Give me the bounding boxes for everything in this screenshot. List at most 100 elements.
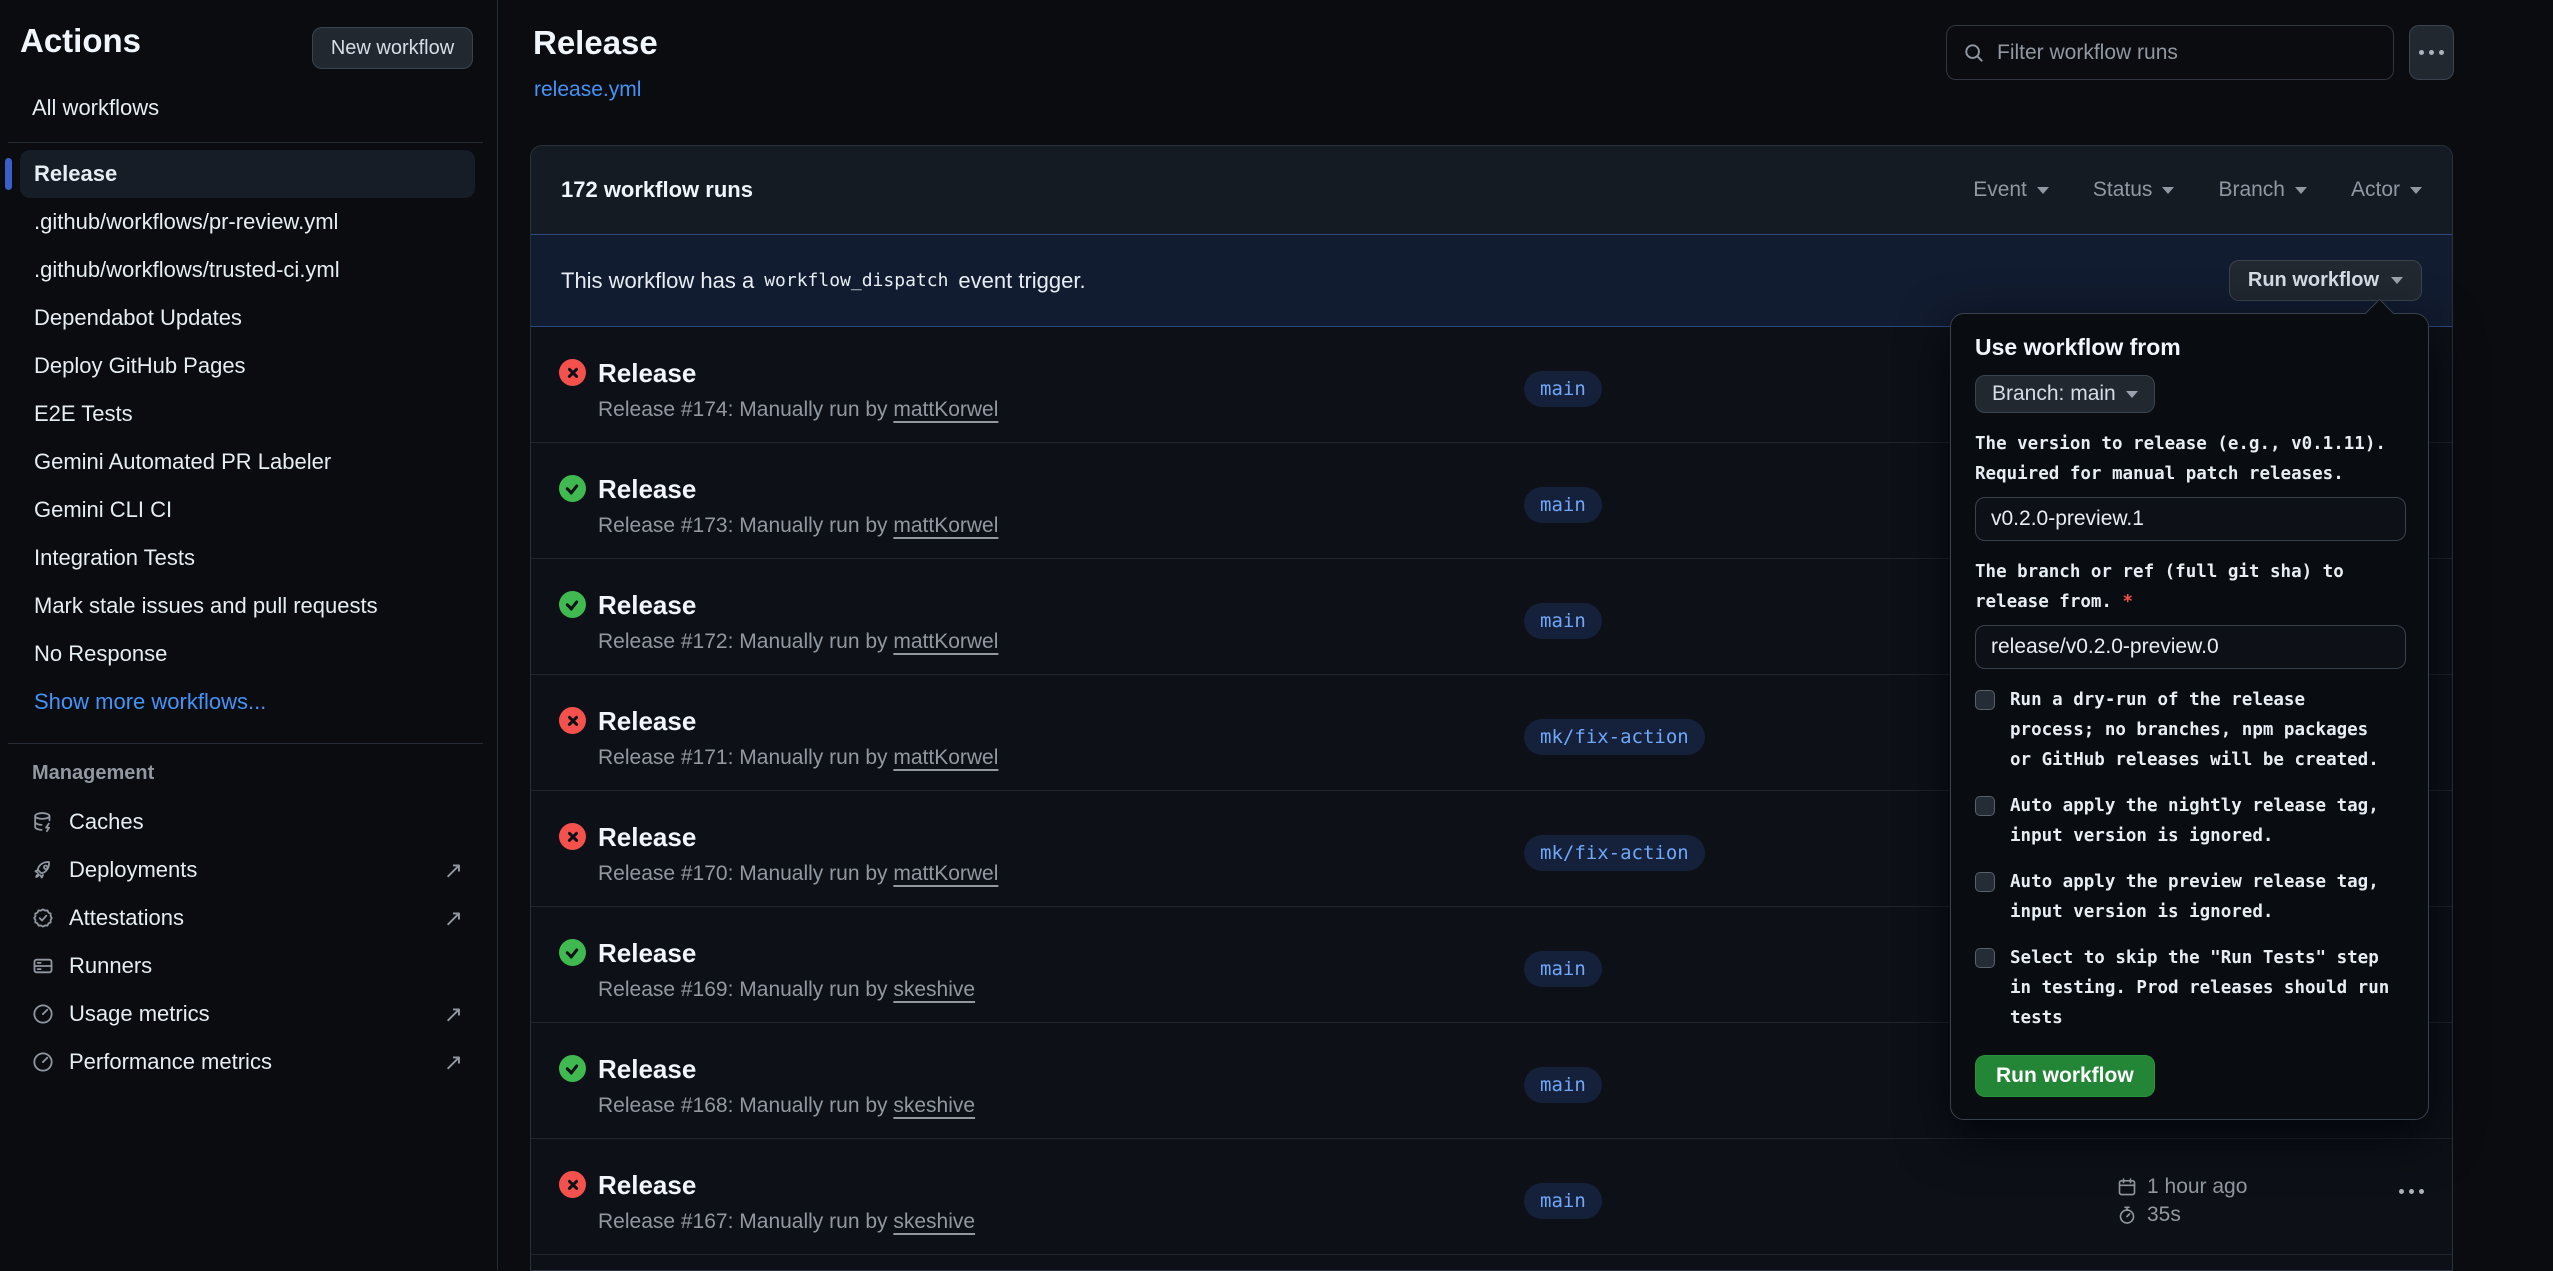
actor-link[interactable]: mattKorwel <box>893 514 998 537</box>
sidebar-item-pr-review[interactable]: .github/workflows/pr-review.yml <box>20 198 475 246</box>
workflow-run-row[interactable]: Release Release #167: Manually run by sk… <box>531 1139 2452 1255</box>
sidebar-item-integration-tests[interactable]: Integration Tests <box>20 534 475 582</box>
actor-filter-dropdown[interactable]: Actor <box>2351 178 2422 202</box>
actor-link[interactable]: skeshive <box>893 1094 975 1117</box>
branch-pill[interactable]: main <box>1524 1183 1602 1219</box>
server-icon <box>32 955 54 977</box>
dry-run-option: Run a dry-run of the release process; no… <box>1975 685 2404 775</box>
run-description: Release #171: Manually run by mattKorwel <box>598 745 998 771</box>
branch-pill[interactable]: main <box>1524 487 1602 523</box>
gauge-icon <box>32 1003 54 1025</box>
skip-tests-option: Select to skip the "Run Tests" step in t… <box>1975 943 2404 1033</box>
branch-selector-button[interactable]: Branch: main <box>1975 375 2155 413</box>
runs-list-header: 172 workflow runs Event Status Branch Ac… <box>531 146 2452 234</box>
run-title[interactable]: Release <box>598 589 696 621</box>
branch-pill[interactable]: mk/fix-action <box>1524 835 1705 871</box>
branch-pill[interactable]: main <box>1524 951 1602 987</box>
branch-filter-dropdown[interactable]: Branch <box>2218 178 2307 202</box>
run-description: Release #170: Manually run by mattKorwel <box>598 861 998 887</box>
ref-field-description: The branch or ref (full git sha) to rele… <box>1975 557 2415 617</box>
branch-pill[interactable]: main <box>1524 603 1602 639</box>
run-title[interactable]: Release <box>598 821 696 853</box>
run-description: Release #173: Manually run by mattKorwel <box>598 513 998 539</box>
run-title[interactable]: Release <box>598 705 696 737</box>
skip-tests-checkbox[interactable] <box>1975 948 1995 968</box>
sidebar-item-dependabot-updates[interactable]: Dependabot Updates <box>20 294 475 342</box>
run-description: Release #172: Manually run by mattKorwel <box>598 629 998 655</box>
preview-tag-checkbox[interactable] <box>1975 872 1995 892</box>
gauge-icon <box>32 1051 54 1073</box>
status-failure-icon <box>559 823 586 850</box>
run-workflow-submit-button[interactable]: Run workflow <box>1975 1055 2155 1097</box>
run-title[interactable]: Release <box>598 1053 696 1085</box>
branch-pill[interactable]: main <box>1524 371 1602 407</box>
chevron-down-icon <box>2295 187 2307 194</box>
cache-icon <box>32 811 54 833</box>
run-title[interactable]: Release <box>598 473 696 505</box>
management-list: Caches Deployments ↗ Attestation <box>20 798 475 1086</box>
kebab-icon <box>2419 50 2444 55</box>
workflow-file-link[interactable]: release.yml <box>534 78 641 102</box>
sidebar-item-runners[interactable]: Runners <box>20 942 475 990</box>
run-meta: 1 hour ago 35s <box>2117 1173 2247 1229</box>
sidebar-item-release[interactable]: Release <box>20 150 475 198</box>
sidebar-item-caches[interactable]: Caches <box>20 798 475 846</box>
version-input[interactable] <box>1975 497 2406 541</box>
filter-workflow-runs-input[interactable]: Filter workflow runs <box>1946 25 2394 80</box>
workflow-list: Release .github/workflows/pr-review.yml … <box>20 150 475 726</box>
actor-link[interactable]: skeshive <box>893 978 975 1001</box>
event-filter-dropdown[interactable]: Event <box>1973 178 2049 202</box>
page-title: Release <box>533 24 658 62</box>
run-description: Release #174: Manually run by mattKorwel <box>598 397 998 423</box>
run-duration: 35s <box>2147 1203 2181 1227</box>
actor-link[interactable]: mattKorwel <box>893 398 998 421</box>
actor-link[interactable]: mattKorwel <box>893 630 998 653</box>
chevron-down-icon <box>2037 187 2049 194</box>
chevron-down-icon <box>2162 187 2174 194</box>
actor-link[interactable]: mattKorwel <box>893 746 998 769</box>
dry-run-checkbox[interactable] <box>1975 690 1995 710</box>
actions-sidebar: Actions New workflow All workflows Relea… <box>0 0 498 1270</box>
run-title[interactable]: Release <box>598 1169 696 1201</box>
run-title[interactable]: Release <box>598 357 696 389</box>
sidebar-item-performance-metrics[interactable]: Performance metrics ↗ <box>20 1038 475 1086</box>
new-workflow-button[interactable]: New workflow <box>312 27 473 69</box>
actor-link[interactable]: mattKorwel <box>893 862 998 885</box>
ref-input[interactable] <box>1975 625 2406 669</box>
sidebar-item-mark-stale[interactable]: Mark stale issues and pull requests <box>20 582 475 630</box>
sidebar-item-attestations[interactable]: Attestations ↗ <box>20 894 475 942</box>
sidebar-item-e2e-tests[interactable]: E2E Tests <box>20 390 475 438</box>
nightly-tag-label: Auto apply the nightly release tag, inpu… <box>2010 791 2392 851</box>
actor-link[interactable]: skeshive <box>893 1210 975 1233</box>
sidebar-item-all-workflows[interactable]: All workflows <box>32 95 159 121</box>
sidebar-item-no-response[interactable]: No Response <box>20 630 475 678</box>
show-more-workflows-link[interactable]: Show more workflows... <box>20 678 475 726</box>
nightly-tag-checkbox[interactable] <box>1975 796 1995 816</box>
sidebar-item-gemini-automated-pr-labeler[interactable]: Gemini Automated PR Labeler <box>20 438 475 486</box>
chevron-down-icon <box>2126 391 2138 398</box>
external-link-icon: ↗ <box>444 907 463 930</box>
status-filter-dropdown[interactable]: Status <box>2093 178 2175 202</box>
sidebar-item-deploy-github-pages[interactable]: Deploy GitHub Pages <box>20 342 475 390</box>
workflow-dispatch-code: workflow_dispatch <box>764 270 948 291</box>
chevron-down-icon <box>2410 187 2422 194</box>
workflow-options-kebab-button[interactable] <box>2409 25 2454 80</box>
sidebar-item-gemini-cli-ci[interactable]: Gemini CLI CI <box>20 486 475 534</box>
calendar-icon <box>2117 1177 2137 1197</box>
runs-count: 172 workflow runs <box>561 177 753 203</box>
run-time: 1 hour ago <box>2147 1175 2247 1199</box>
run-kebab-button[interactable] <box>2399 1189 2424 1194</box>
branch-pill[interactable]: main <box>1524 1067 1602 1103</box>
run-workflow-dropdown-button[interactable]: Run workflow <box>2229 260 2422 301</box>
sidebar-divider <box>8 743 483 744</box>
rocket-icon <box>32 859 54 881</box>
sidebar-item-usage-metrics[interactable]: Usage metrics ↗ <box>20 990 475 1038</box>
run-description: Release #169: Manually run by skeshive <box>598 977 975 1003</box>
run-description: Release #167: Manually run by skeshive <box>598 1209 975 1235</box>
sidebar-item-trusted-ci[interactable]: .github/workflows/trusted-ci.yml <box>20 246 475 294</box>
run-title[interactable]: Release <box>598 937 696 969</box>
branch-pill[interactable]: mk/fix-action <box>1524 719 1705 755</box>
sidebar-item-deployments[interactable]: Deployments ↗ <box>20 846 475 894</box>
version-field-description: The version to release (e.g., v0.1.11). … <box>1975 429 2415 489</box>
preview-tag-option: Auto apply the preview release tag, inpu… <box>1975 867 2404 927</box>
